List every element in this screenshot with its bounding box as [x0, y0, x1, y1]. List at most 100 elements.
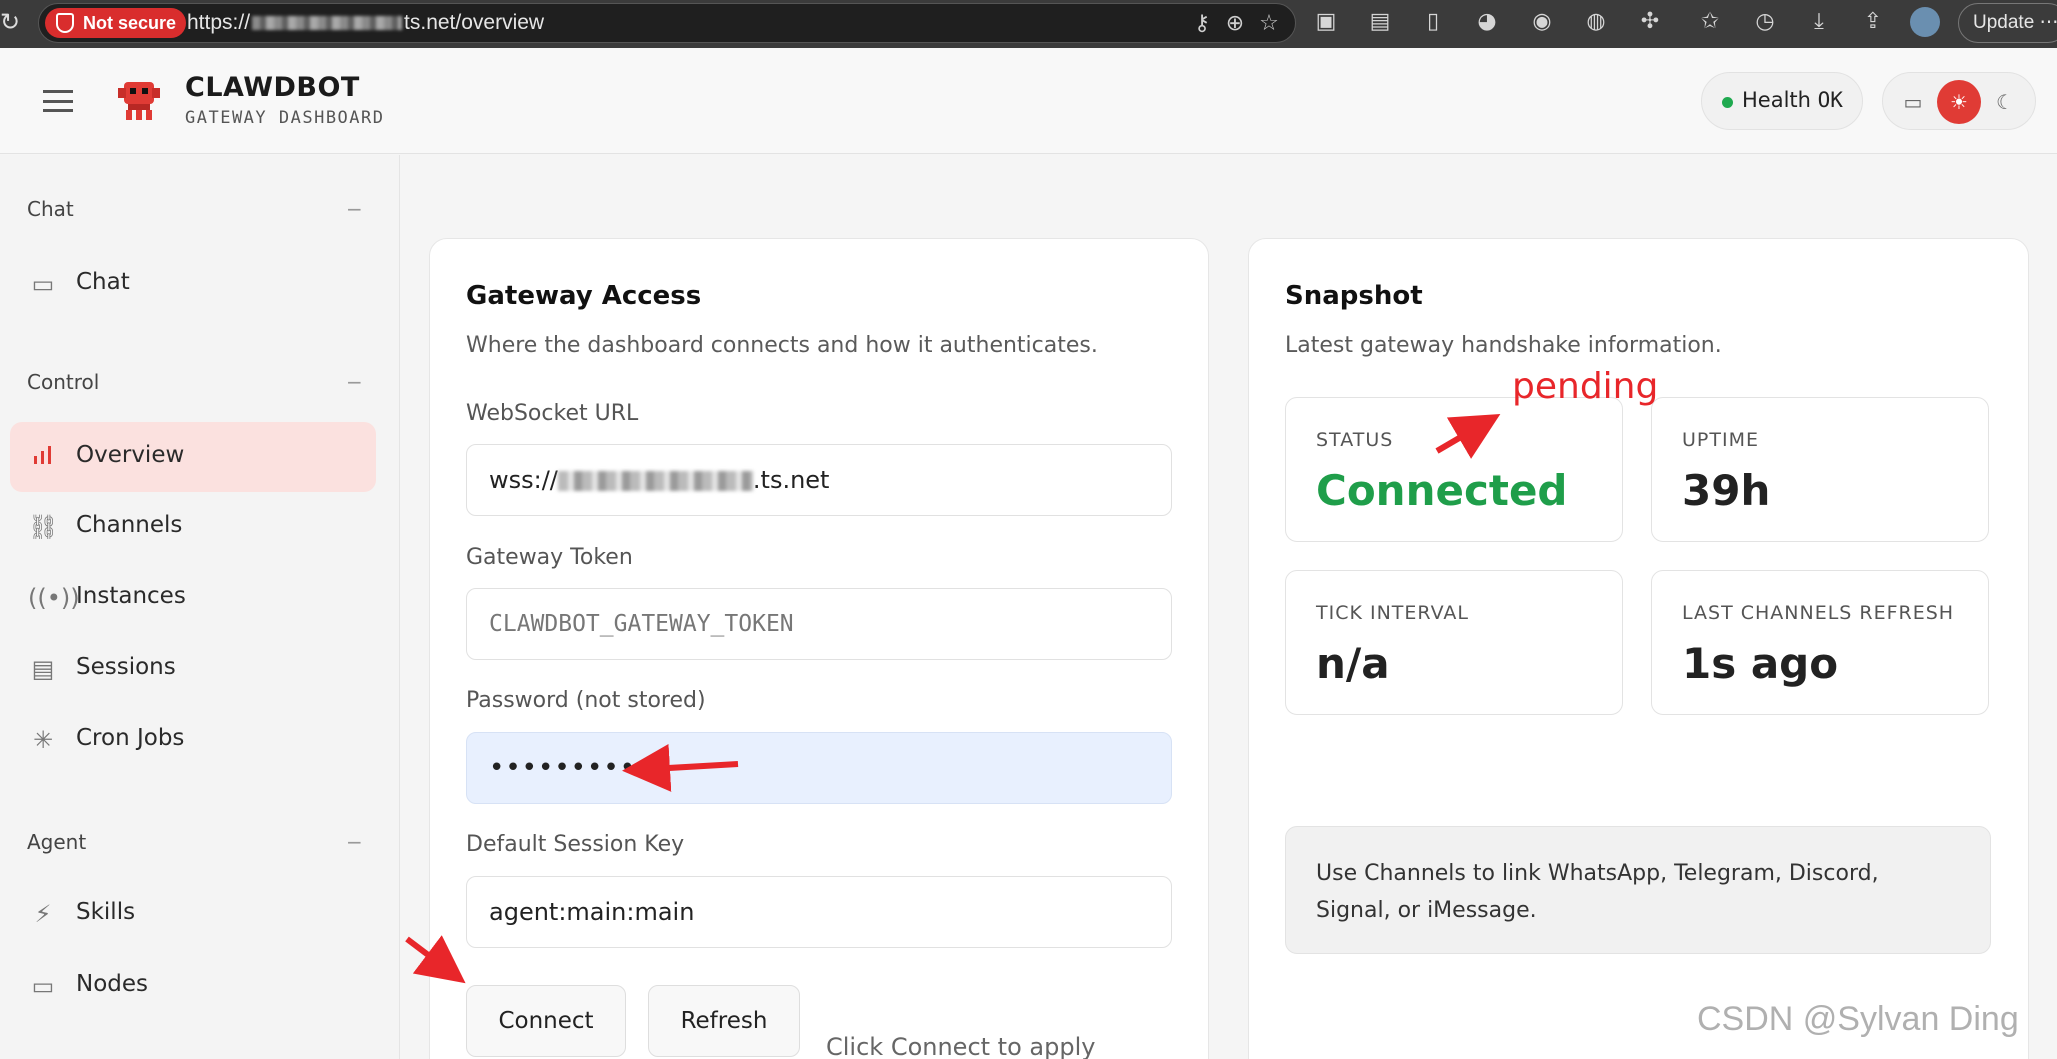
- health-text: Health OK: [1742, 88, 1843, 112]
- key-icon[interactable]: ⚷: [1189, 11, 1215, 37]
- sidebar-item-channels[interactable]: ⛓ Channels: [10, 492, 376, 562]
- puzzle-icon[interactable]: ✣: [1635, 7, 1665, 37]
- url-text[interactable]: https:// ts.net/overview: [187, 4, 544, 42]
- password-input[interactable]: •••••••••••: [466, 732, 1172, 804]
- sidebar-item-cron-jobs[interactable]: ✳ Cron Jobs: [10, 705, 376, 775]
- translate-icon[interactable]: ▤: [1365, 7, 1395, 37]
- lightning-icon: ⚡: [34, 900, 52, 928]
- group-label-control[interactable]: Control: [27, 370, 99, 394]
- sidebar-item-label: Nodes: [76, 971, 149, 997]
- stat-last-channels-refresh: LAST CHANNELS REFRESH 1s ago: [1651, 570, 1989, 715]
- moon-theme-icon[interactable]: ☾: [1983, 80, 2027, 124]
- snapshot-card: Snapshot Latest gateway handshake inform…: [1248, 238, 2029, 1059]
- mascot-icon[interactable]: ◉: [1527, 7, 1557, 37]
- theme-switch: ▭ ☀ ☾: [1882, 72, 2036, 130]
- health-value: OK: [1817, 88, 1843, 112]
- watermark: CSDN @Sylvan Ding: [1697, 1000, 2019, 1038]
- star-icon[interactable]: ☆: [1256, 11, 1282, 37]
- url-prefix: https://: [187, 11, 251, 34]
- stat-label: LAST CHANNELS REFRESH: [1682, 602, 1955, 624]
- sidebar-item-sessions[interactable]: ▤ Sessions: [10, 634, 376, 704]
- browser-toolbar: ↻ Not secure https:// ts.net/overview ⚷ ⊕…: [0, 0, 2057, 48]
- health-label: Health: [1742, 88, 1811, 112]
- card-title: Snapshot: [1285, 281, 1423, 311]
- monitor-theme-icon[interactable]: ▭: [1891, 80, 1935, 124]
- status-dot-icon: [1722, 97, 1733, 108]
- card-title: Gateway Access: [466, 281, 702, 311]
- document-icon[interactable]: ▯: [1418, 7, 1448, 37]
- stat-tick-interval: TICK INTERVAL n/a: [1285, 570, 1623, 715]
- websocket-url-input[interactable]: wss:// .ts.net: [466, 444, 1172, 516]
- collapse-control-icon[interactable]: −: [346, 370, 363, 394]
- sidebar-item-label: Skills: [76, 899, 136, 925]
- sidebar-item-skills[interactable]: ⚡ Skills: [10, 879, 376, 949]
- password-label: Password (not stored): [466, 688, 706, 713]
- palette-icon[interactable]: ◕: [1472, 7, 1502, 37]
- gateway-token-input[interactable]: CLAWDBOT_GATEWAY_TOKEN: [466, 588, 1172, 660]
- card-subtitle: Where the dashboard connects and how it …: [466, 333, 1098, 358]
- security-label: Not secure: [83, 13, 177, 33]
- card-subtitle: Latest gateway handshake information.: [1285, 333, 1722, 358]
- group-label-chat[interactable]: Chat: [27, 197, 74, 221]
- crab-logo-icon: [118, 82, 160, 120]
- session-key-input[interactable]: agent:main:main: [466, 876, 1172, 948]
- history-icon[interactable]: ◷: [1750, 7, 1780, 37]
- stat-value: 1s ago: [1682, 639, 1839, 688]
- download-icon[interactable]: ⤓: [1804, 7, 1834, 37]
- stat-value: 39h: [1682, 466, 1771, 515]
- websocket-url-label: WebSocket URL: [466, 401, 639, 426]
- zoom-icon[interactable]: ⊕: [1222, 11, 1248, 37]
- bar-chart-icon: [28, 442, 58, 472]
- favorites-icon[interactable]: ✩: [1695, 7, 1725, 37]
- extension-q-icon[interactable]: ▣: [1311, 7, 1341, 37]
- channels-callout: Use Channels to link WhatsApp, Telegram,…: [1285, 826, 1991, 954]
- link-icon: ⛓: [28, 513, 59, 541]
- sun-theme-icon[interactable]: ☀: [1937, 80, 1981, 124]
- security-badge[interactable]: Not secure: [45, 8, 187, 38]
- reload-icon[interactable]: ↻: [0, 7, 22, 37]
- stat-status: STATUS Connected: [1285, 397, 1623, 542]
- sidebar-item-nodes[interactable]: ▭ Nodes: [10, 951, 376, 1021]
- shield-icon: [56, 13, 74, 33]
- collapse-chat-icon[interactable]: −: [346, 197, 363, 221]
- sidebar-item-chat[interactable]: ▭ Chat: [10, 249, 376, 319]
- stat-label: STATUS: [1316, 429, 1394, 451]
- stat-value: Connected: [1316, 466, 1568, 515]
- group-label-agent[interactable]: Agent: [27, 830, 86, 854]
- broadcast-icon: ((•)): [28, 584, 80, 612]
- connect-button[interactable]: Connect: [466, 985, 626, 1057]
- sidebar-item-label: Sessions: [76, 654, 176, 680]
- sidebar-item-label: Chat: [76, 269, 130, 295]
- gateway-access-card: Gateway Access Where the dashboard conne…: [429, 238, 1209, 1059]
- share-icon[interactable]: ⇪: [1858, 7, 1888, 37]
- address-bar[interactable]: Not secure https:// ts.net/overview ⚷ ⊕ ☆: [38, 3, 1296, 43]
- stat-value: n/a: [1316, 639, 1390, 688]
- sidebar-item-label: Instances: [76, 583, 186, 609]
- document-icon: ▤: [31, 655, 55, 683]
- menu-icon[interactable]: [43, 90, 73, 112]
- refresh-button[interactable]: Refresh: [648, 985, 800, 1057]
- url-suffix: ts.net/overview: [404, 11, 545, 34]
- ws-prefix: wss://: [489, 466, 558, 494]
- update-button[interactable]: Update ⋯: [1958, 3, 2057, 43]
- sidebar-item-instances[interactable]: ((•)) Instances: [10, 563, 376, 633]
- sidebar-item-label: Channels: [76, 512, 183, 538]
- pending-annotation: pending: [1512, 366, 1659, 407]
- monitor-icon: ▭: [31, 972, 55, 1000]
- ws-suffix: .ts.net: [752, 466, 830, 494]
- loader-icon: ✳: [32, 726, 54, 754]
- brand-subtitle: GATEWAY DASHBOARD: [185, 108, 385, 128]
- profile-ext-icon[interactable]: ◍: [1581, 7, 1611, 37]
- sidebar-item-label: Overview: [76, 442, 185, 468]
- sidebar-item-label: Cron Jobs: [76, 725, 185, 751]
- avatar[interactable]: [1910, 7, 1940, 37]
- connect-hint: Click Connect to apply connection change…: [826, 1033, 1096, 1059]
- main-content: Gateway Access Where the dashboard conne…: [401, 155, 2057, 1059]
- sidebar: Chat − ▭ Chat Control − Overview ⛓ Chann…: [0, 155, 400, 1059]
- gateway-token-label: Gateway Token: [466, 545, 633, 570]
- chat-bubble-icon: ▭: [31, 270, 55, 298]
- collapse-agent-icon[interactable]: −: [346, 830, 363, 854]
- sidebar-item-overview[interactable]: Overview: [10, 422, 376, 492]
- health-indicator: Health OK: [1701, 72, 1863, 130]
- stat-uptime: UPTIME 39h: [1651, 397, 1989, 542]
